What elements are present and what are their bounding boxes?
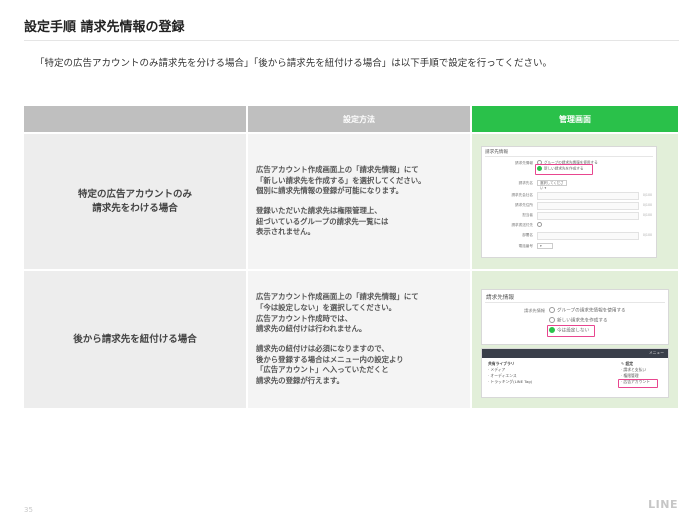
method-paragraph: 広告アカウント作成画面上の「請求先情報」にて 「新しい請求先を作成する」を選択し… [256, 164, 426, 196]
radio-group-option[interactable]: グループの請求先情報を使用する [549, 307, 626, 314]
dept-input[interactable] [537, 232, 639, 240]
mock-title: 請求先情報 [485, 150, 508, 155]
case-label-text: 後から請求先を紐付ける場合 [73, 333, 197, 345]
mock-divider [485, 156, 653, 157]
form-row: 請求先名 選択してください ▾ [485, 180, 653, 190]
company-input[interactable] [537, 192, 639, 200]
form-row: 担当者 0/100 [485, 212, 653, 220]
case-label: 特定の広告アカウントのみ 請求先をわける場合 [24, 134, 246, 269]
intro-text: 「特定の広告アカウントのみ請求先を分ける場合」「後から請求先を紐付ける場合」は以… [35, 58, 552, 69]
settings-table: 設定方法 管理画面 特定の広告アカウントのみ 請求先をわける場合 広告アカウント… [24, 106, 678, 408]
chevron-down-icon: ▾ [543, 186, 547, 190]
checkbox-icon [537, 222, 542, 227]
page-number: 35 [24, 506, 33, 514]
menu-item-label: 権限管理 [623, 373, 639, 378]
highlight-box [535, 164, 593, 175]
header-blank [24, 106, 246, 132]
shared-library-menu: 共有ライブラリ · メディア · オーディエンス · トラッキング(LINE T… [488, 361, 532, 385]
table-row: 後から請求先を紐付ける場合 広告アカウント作成画面上の「請求先情報」にて 「今は… [24, 271, 678, 408]
chevron-down-icon: ▾ [540, 244, 542, 248]
form-row: 請求書送付先 [485, 222, 653, 230]
title-divider [24, 40, 679, 41]
form-row: 電話番号 ▾ [485, 243, 653, 251]
mock-title: 請求先情報 [486, 295, 514, 301]
checkbox-option[interactable] [537, 222, 544, 227]
billing-option-screenshot: 請求先情報 請求先情報 グループの請求先情報を使用する 新しい請求先を作成する … [481, 289, 669, 345]
header-method: 設定方法 [248, 106, 470, 132]
highlight-box [547, 325, 595, 337]
radio-icon [549, 307, 555, 313]
char-count: 0/100 [642, 203, 652, 207]
char-count: 0/100 [642, 213, 652, 217]
field-label: 電話番号 [518, 244, 533, 248]
mock-divider [485, 302, 665, 303]
char-count: 0/100 [642, 193, 652, 197]
method-paragraph: 請求先の紐付けは必須になりますので、 後から登録する場合はメニュー内の設定より … [256, 344, 404, 386]
char-count: 0/100 [642, 233, 652, 237]
form-row: 請求先会社名 0/100 [485, 192, 653, 200]
admin-screenshot-cell: 請求先情報 請求先情報 グループの請求先情報を使用する 新しい請求先を作成する … [472, 271, 678, 408]
field-label: 請求先情報 [524, 308, 545, 313]
case-label-text: 特定の広告アカウントのみ 請求先をわける場合 [77, 188, 192, 214]
field-label: 請求先住所 [515, 203, 533, 207]
menu-item-label: メディア [490, 367, 506, 372]
method-description: 広告アカウント作成画面上の「請求先情報」にて 「今は設定しない」を選択してくださ… [248, 271, 470, 408]
menu-item-label: 請求と支払い [623, 367, 647, 372]
field-label: 担当者 [522, 213, 533, 217]
field-label: 部署名 [522, 233, 533, 237]
menu-heading-label: 設定 [625, 361, 634, 366]
table-row: 特定の広告アカウントのみ 請求先をわける場合 広告アカウント作成画面上の「請求先… [24, 134, 678, 269]
method-paragraph: 登録いただいた請求先は権限管理上、 紐づいているグループの請求先一覧には 表示さ… [256, 206, 389, 237]
menu-bar-label: メニュー [648, 350, 664, 355]
method-paragraph: 広告アカウント作成画面上の「請求先情報」にて 「今は設定しない」を選択してくださ… [256, 292, 419, 334]
table-header-row: 設定方法 管理画面 [24, 106, 678, 132]
form-row: 部署名 0/100 [485, 232, 653, 240]
radio-new-option[interactable]: 新しい請求先を作成する [549, 317, 608, 324]
radio-icon [549, 317, 555, 323]
method-description: 広告アカウント作成画面上の「請求先情報」にて 「新しい請求先を作成する」を選択し… [248, 134, 470, 269]
highlight-box [618, 379, 658, 388]
field-label: 請求先情報 [515, 161, 533, 165]
field-label: 請求書送付先 [511, 223, 533, 227]
field-label: 請求先会社名 [511, 193, 533, 197]
line-logo: LINE [648, 498, 678, 511]
billing-form-screenshot: 請求先情報 請求先情報 グループの請求先情報を使用する 新しい請求先を作成する … [481, 146, 657, 258]
form-row: 請求先住所 0/100 [485, 202, 653, 210]
field-label: 請求先名 [518, 181, 533, 185]
admin-screenshot-cell: 請求先情報 請求先情報 グループの請求先情報を使用する 新しい請求先を作成する … [472, 134, 678, 269]
menu-item-label: トラッキング(LINE Tag) [490, 379, 533, 384]
menu-screenshot: メニュー 共有ライブラリ · メディア · オーディエンス · トラッキング(L… [481, 348, 669, 398]
menu-item-label: オーディエンス [490, 373, 517, 378]
menu-item[interactable]: · トラッキング(LINE Tag) [488, 379, 532, 385]
menu-bar: メニュー [482, 349, 668, 358]
case-label: 後から請求先を紐付ける場合 [24, 271, 246, 408]
billing-name-select[interactable]: 選択してください ▾ [537, 180, 567, 190]
person-input[interactable] [537, 212, 639, 220]
radio-label: 新しい請求先を作成する [557, 318, 608, 324]
radio-label: グループの請求先情報を使用する [557, 308, 626, 314]
header-admin: 管理画面 [472, 106, 678, 132]
tel-select[interactable]: ▾ [537, 243, 553, 249]
page-title: 設定手順 請求先情報の登録 [24, 20, 185, 35]
address-input[interactable] [537, 202, 639, 210]
